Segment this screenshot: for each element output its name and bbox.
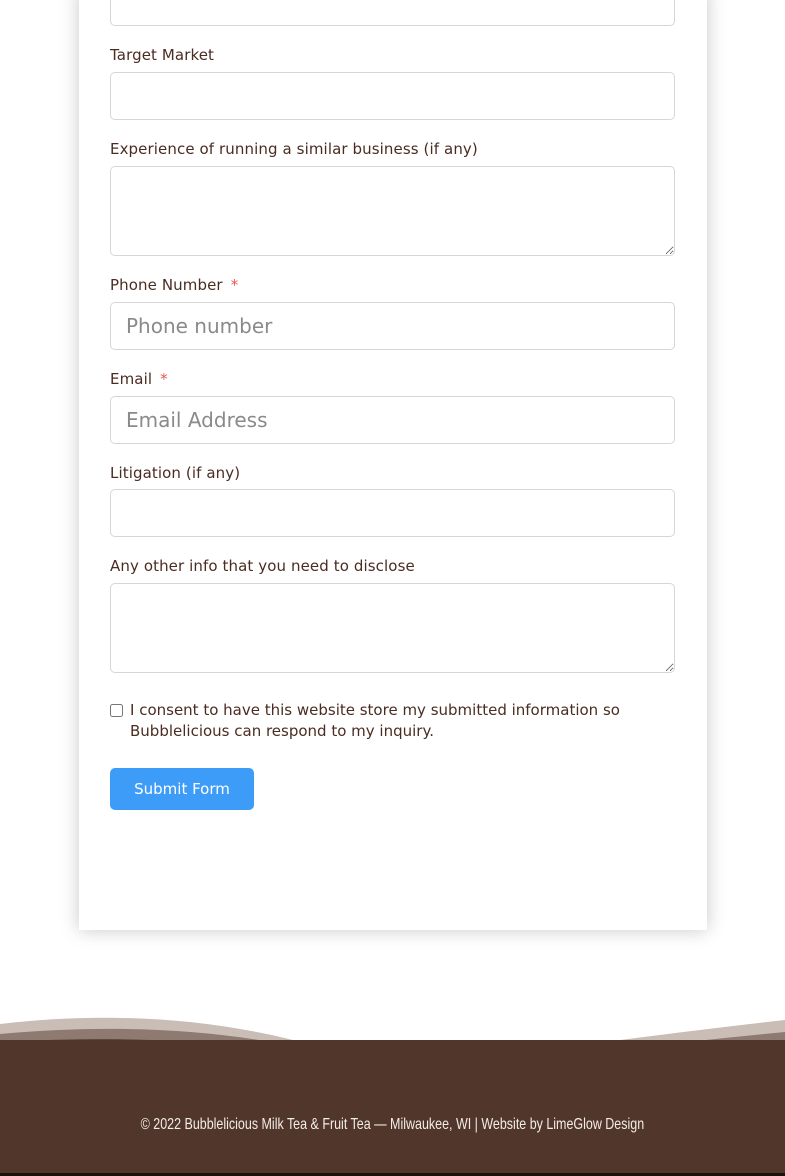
phone-input[interactable] (110, 302, 675, 350)
required-marker: * (230, 276, 239, 294)
litigation-input[interactable] (110, 489, 675, 537)
consent-text: I consent to have this website store my … (130, 701, 620, 740)
other-info-label: Any other info that you need to disclose (110, 557, 415, 575)
other-info-textarea[interactable] (110, 583, 675, 673)
email-input[interactable] (110, 396, 675, 444)
target-market-input[interactable] (110, 72, 675, 120)
phone-label: Phone Number * (110, 276, 239, 294)
consent-checkbox[interactable] (110, 704, 123, 717)
experience-label: Experience of running a similar business… (110, 140, 478, 158)
submit-button[interactable]: Submit Form (110, 768, 254, 810)
footer (0, 1040, 785, 1176)
email-label: Email * (110, 370, 168, 388)
experience-textarea[interactable] (110, 166, 675, 256)
required-marker: * (160, 370, 168, 388)
previous-field-input[interactable] (110, 0, 675, 26)
footer-copyright: © 2022 Bubblelicious Milk Tea & Fruit Te… (140, 1116, 645, 1133)
litigation-label: Litigation (if any) (110, 464, 241, 482)
target-market-label: Target Market (110, 46, 215, 64)
